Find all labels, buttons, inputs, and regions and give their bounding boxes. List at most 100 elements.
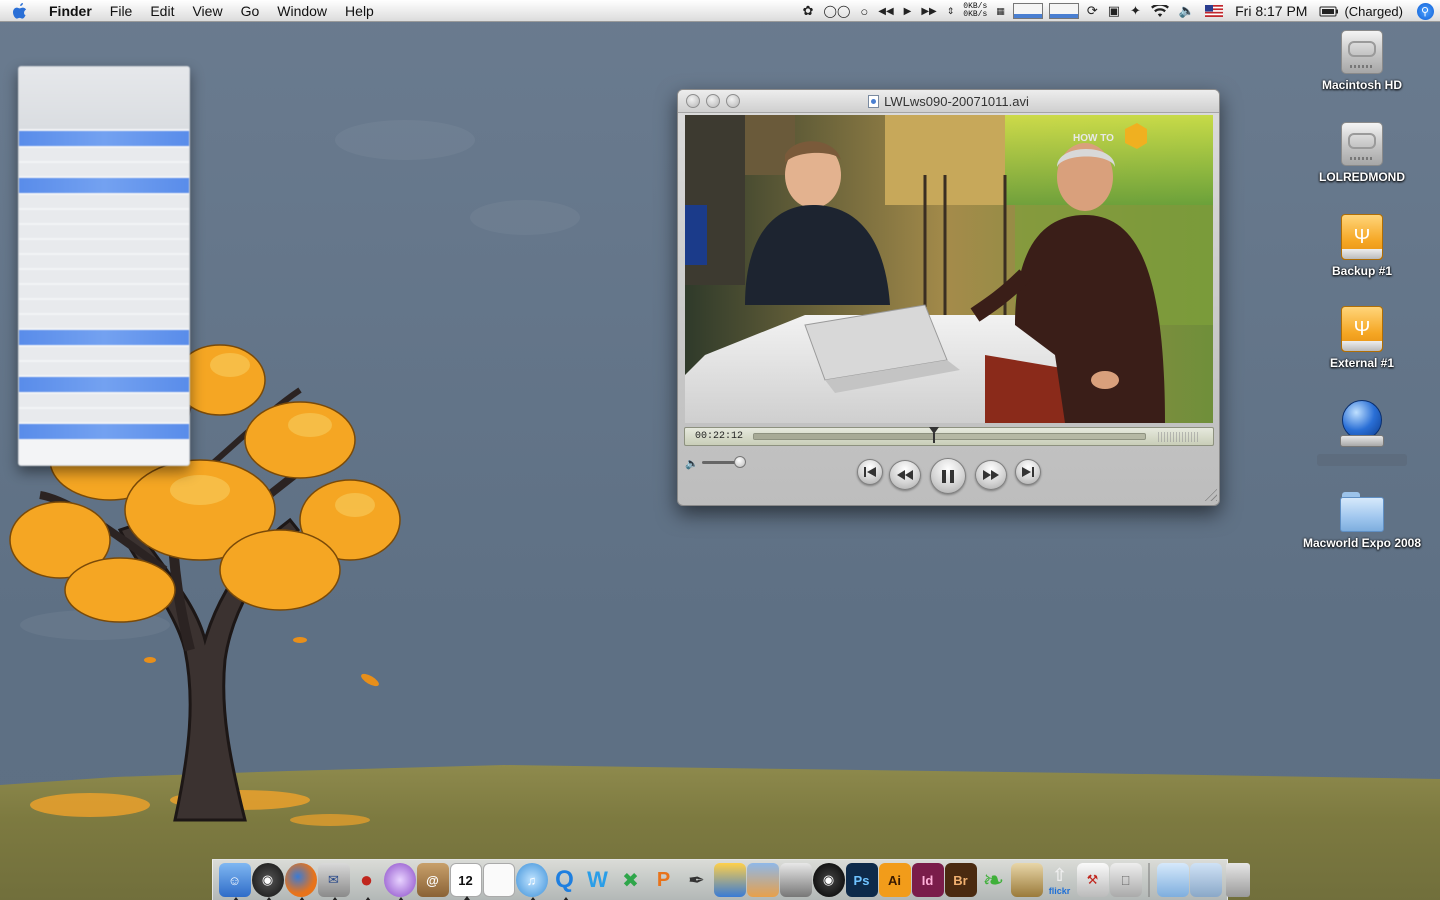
input-menu-flag-icon[interactable] bbox=[1200, 0, 1228, 22]
dock-iphoto-icon[interactable] bbox=[779, 863, 812, 897]
list-item[interactable] bbox=[19, 131, 189, 146]
indesign-label: Id bbox=[921, 872, 934, 888]
dock-dashboard-icon[interactable]: ◉ bbox=[251, 863, 284, 900]
list-item[interactable] bbox=[19, 255, 189, 268]
list-item[interactable] bbox=[19, 270, 189, 283]
network-rate-readout[interactable]: 0KB/s 0KB/s bbox=[959, 3, 991, 19]
dock-address-book-icon[interactable]: @ bbox=[416, 863, 449, 897]
dock-ichat-icon[interactable] bbox=[383, 863, 416, 900]
playhead-handle[interactable] bbox=[928, 427, 939, 443]
apple-menu-icon[interactable] bbox=[0, 2, 40, 20]
battery-icon[interactable] bbox=[1314, 0, 1344, 22]
dock-powerpoint-icon[interactable]: P bbox=[648, 863, 680, 897]
skip-to-start-button[interactable] bbox=[857, 459, 883, 485]
up-down-arrows-icon[interactable]: ⇕ bbox=[942, 0, 960, 22]
cpu-graph[interactable] bbox=[1012, 3, 1043, 19]
pause-button[interactable] bbox=[930, 458, 966, 494]
list-item[interactable] bbox=[19, 195, 189, 208]
desktop-icon-network-volume[interactable] bbox=[1292, 400, 1432, 466]
list-item[interactable] bbox=[19, 315, 189, 328]
network-graph[interactable] bbox=[1048, 3, 1079, 19]
list-item[interactable] bbox=[19, 362, 189, 375]
dock-folder-stack-icon[interactable] bbox=[1156, 863, 1189, 897]
volume-slider-knob[interactable] bbox=[734, 456, 746, 468]
menu-file[interactable]: File bbox=[101, 0, 142, 22]
dock-finder-icon[interactable]: ☺ bbox=[218, 863, 251, 900]
growl-paw-icon[interactable]: ✿ bbox=[798, 0, 819, 22]
list-item[interactable] bbox=[19, 285, 189, 298]
menu-edit[interactable]: Edit bbox=[141, 0, 183, 22]
itunes-next-icon[interactable]: ▶▶ bbox=[916, 0, 941, 22]
list-item[interactable] bbox=[19, 178, 189, 193]
dock-firefox-icon[interactable] bbox=[284, 863, 317, 900]
menubar-clock[interactable]: Fri 8:17 PM bbox=[1228, 3, 1314, 19]
desktop-icon-backup-1[interactable]: Ψ Backup #1 bbox=[1292, 214, 1432, 278]
skip-to-end-button[interactable] bbox=[1015, 459, 1041, 485]
menu-view[interactable]: View bbox=[183, 0, 231, 22]
list-item[interactable] bbox=[19, 240, 189, 253]
list-item[interactable] bbox=[19, 225, 189, 238]
fast-forward-button[interactable] bbox=[975, 460, 1007, 490]
dock-script-app-icon[interactable]: ⚒ bbox=[1076, 863, 1109, 897]
dock-mail-stamp-icon[interactable]: ✉ bbox=[317, 863, 350, 900]
menu-window[interactable]: Window bbox=[268, 0, 336, 22]
video-frame[interactable]: HOW TO bbox=[685, 115, 1213, 423]
list-item[interactable] bbox=[19, 210, 189, 223]
ichat-status-icon[interactable]: ◯◯ bbox=[819, 0, 856, 22]
dock-pen-tool-icon[interactable]: ✒ bbox=[681, 863, 713, 897]
dock-flickr-uploadr-icon[interactable]: ⇧ flickr bbox=[1044, 863, 1076, 897]
dock-system-prefs-icon[interactable]:  bbox=[1109, 863, 1142, 897]
dock-textedit-icon[interactable] bbox=[482, 863, 515, 897]
dock-bridge-icon[interactable]: Br bbox=[944, 863, 977, 897]
speech-bubble-icon[interactable]: ○ bbox=[855, 0, 873, 22]
desktop-icon-lolredmond[interactable]: LOLREDMOND bbox=[1292, 122, 1432, 184]
list-item[interactable] bbox=[19, 163, 189, 176]
memory-meter-icon[interactable]: ▦ bbox=[991, 0, 1010, 22]
itunes-previous-icon[interactable]: ◀◀ bbox=[873, 0, 898, 22]
dock-leaf-app-icon[interactable]: ❧ bbox=[978, 863, 1010, 897]
list-item[interactable] bbox=[19, 330, 189, 345]
rewind-button[interactable] bbox=[889, 460, 921, 490]
list-item[interactable] bbox=[19, 377, 189, 392]
dock-indesign-icon[interactable]: Id bbox=[911, 863, 944, 897]
dock-photoshop-icon[interactable]: Ps bbox=[845, 863, 878, 897]
itunes-play-icon[interactable]: ▶ bbox=[899, 0, 917, 22]
dock-illustrator-icon[interactable]: Ai bbox=[878, 863, 911, 897]
desktop-icon-macworld-expo-2008[interactable]: Macworld Expo 2008 bbox=[1292, 492, 1432, 550]
list-item[interactable] bbox=[19, 347, 189, 360]
spotlight-search-button[interactable]: ⚲ bbox=[1410, 0, 1440, 22]
dock-aperture-icon[interactable]: ◉ bbox=[812, 863, 845, 897]
dock-ical-icon[interactable]: 12 bbox=[449, 863, 482, 900]
battery-status[interactable]: (Charged) bbox=[1344, 4, 1410, 19]
dock-trash-icon[interactable] bbox=[1226, 863, 1250, 897]
dock-keynote-icon[interactable] bbox=[746, 863, 779, 897]
menu-app-finder[interactable]: Finder bbox=[40, 0, 101, 22]
dock-applications-stack-icon[interactable] bbox=[1189, 863, 1222, 897]
desktop-icon-external-1[interactable]: Ψ External #1 bbox=[1292, 306, 1432, 370]
resize-grip-icon[interactable] bbox=[1203, 487, 1217, 501]
desktop-icon-macintosh-hd[interactable]: Macintosh HD bbox=[1292, 30, 1432, 92]
dock-chart-app-icon[interactable] bbox=[713, 863, 746, 897]
list-item[interactable] bbox=[19, 424, 189, 439]
dock-package-icon[interactable] bbox=[1010, 863, 1043, 897]
wifi-icon[interactable] bbox=[1146, 0, 1174, 22]
volume-icon[interactable]: 🔈 bbox=[1174, 0, 1200, 22]
list-item[interactable] bbox=[19, 148, 189, 161]
bluetooth-icon[interactable]: ✦ bbox=[1125, 0, 1146, 22]
dock-quicktime-icon[interactable]: Q bbox=[549, 863, 581, 900]
dock-itunes-icon[interactable]: ♫ bbox=[515, 863, 548, 900]
list-item[interactable] bbox=[19, 409, 189, 422]
window-titlebar[interactable]: LWLws090-20071011.avi bbox=[678, 90, 1219, 113]
scrubber-track[interactable] bbox=[753, 427, 1146, 443]
dock-word-icon[interactable]: W bbox=[582, 863, 614, 897]
list-item[interactable] bbox=[19, 300, 189, 313]
dock-excel-icon[interactable]: ✖ bbox=[615, 863, 647, 897]
dock-mascot-app-icon[interactable]: ● bbox=[351, 863, 383, 900]
menu-go[interactable]: Go bbox=[232, 0, 269, 22]
list-item[interactable] bbox=[19, 394, 189, 407]
menu-help[interactable]: Help bbox=[336, 0, 383, 22]
sync-icon[interactable]: ⟳ bbox=[1082, 0, 1103, 22]
display-icon[interactable]: ▣ bbox=[1103, 0, 1125, 22]
flickr-label: flickr bbox=[1048, 885, 1071, 896]
speaker-icon[interactable]: 🔈 bbox=[685, 457, 699, 470]
